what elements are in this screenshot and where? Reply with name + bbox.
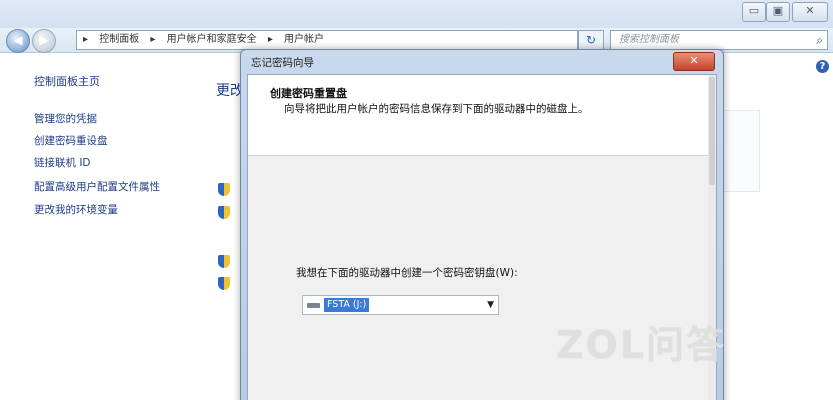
close-button[interactable]: ✕ <box>792 2 828 22</box>
sidebar-item-create-reset-disk[interactable]: 创建密码重设盘 <box>34 133 108 148</box>
background-panel <box>722 110 760 192</box>
chevron-down-icon[interactable]: ▼ <box>487 296 494 314</box>
breadcrumb-item-control-panel[interactable]: 控制面板 <box>99 34 139 45</box>
wizard-header: 创建密码重置盘 向导将把此用户帐户的密码信息保存到下面的驱动器中的磁盘上。 <box>248 75 716 156</box>
dialog-close-button[interactable]: ✕ <box>673 52 715 71</box>
scrollbar-thumb[interactable] <box>709 77 715 185</box>
wizard-heading: 创建密码重置盘 <box>270 87 347 100</box>
refresh-button[interactable]: ↻ <box>578 30 604 50</box>
uac-shield-icon <box>218 206 230 219</box>
sidebar-item-manage-credentials[interactable]: 管理您的凭据 <box>34 111 97 126</box>
search-placeholder: 搜索控制面板 <box>619 34 679 45</box>
drive-prompt-label: 我想在下面的驱动器中创建一个密码密钥盘(W): <box>296 267 518 279</box>
sidebar-item-env-variables[interactable]: 更改我的环境变量 <box>34 202 118 217</box>
sidebar-item-profile-properties[interactable]: 配置高级用户配置文件属性 <box>34 179 160 194</box>
search-box[interactable]: 搜索控制面板 ⌕ <box>610 30 828 50</box>
forward-button[interactable]: ▶ <box>32 29 56 53</box>
search-icon[interactable]: ⌕ <box>816 31 823 49</box>
breadcrumb-separator: ▸ <box>150 34 156 45</box>
drive-icon <box>307 303 320 308</box>
breadcrumb-separator: ▸ <box>267 34 273 45</box>
wizard-subheading: 向导将把此用户帐户的密码信息保存到下面的驱动器中的磁盘上。 <box>284 103 589 115</box>
uac-shield-icon <box>218 183 230 196</box>
dialog-titlebar: 忘记密码向导 ✕ <box>241 50 723 72</box>
screen: ▭ ▣ ✕ ◀ ▶ ▸ 控制面板 ▸ 用户帐户和家庭安全 ▸ 用户帐户 ↻ 搜索… <box>0 0 833 400</box>
minimize-button[interactable]: ▭ <box>742 2 766 22</box>
help-icon[interactable]: ? <box>816 60 829 73</box>
drive-select[interactable]: FSTA (J:) ▼ <box>302 295 499 315</box>
watermark: ZOL问答 <box>556 323 727 367</box>
breadcrumb-item-user-accounts[interactable]: 用户帐户 <box>284 34 324 45</box>
drive-select-value: FSTA (J:) <box>324 298 370 312</box>
back-button[interactable]: ◀ <box>6 29 30 53</box>
window-titlebar: ▭ ▣ ✕ <box>0 0 833 28</box>
sidebar: 控制面板主页 管理您的凭据 创建密码重设盘 链接联机 ID 配置高级用户配置文件… <box>0 53 200 400</box>
breadcrumb-separator: ▸ <box>83 34 89 45</box>
maximize-button[interactable]: ▣ <box>766 2 790 22</box>
address-bar[interactable]: ▸ 控制面板 ▸ 用户帐户和家庭安全 ▸ 用户帐户 <box>76 30 578 50</box>
uac-shield-icon <box>218 277 230 290</box>
breadcrumb-item-user-family[interactable]: 用户帐户和家庭安全 <box>167 34 257 45</box>
sidebar-item-link-online-id[interactable]: 链接联机 ID <box>34 155 91 170</box>
uac-shield-icon <box>218 255 230 268</box>
sidebar-home-link[interactable]: 控制面板主页 <box>34 73 100 89</box>
dialog-title: 忘记密码向导 <box>251 57 314 69</box>
